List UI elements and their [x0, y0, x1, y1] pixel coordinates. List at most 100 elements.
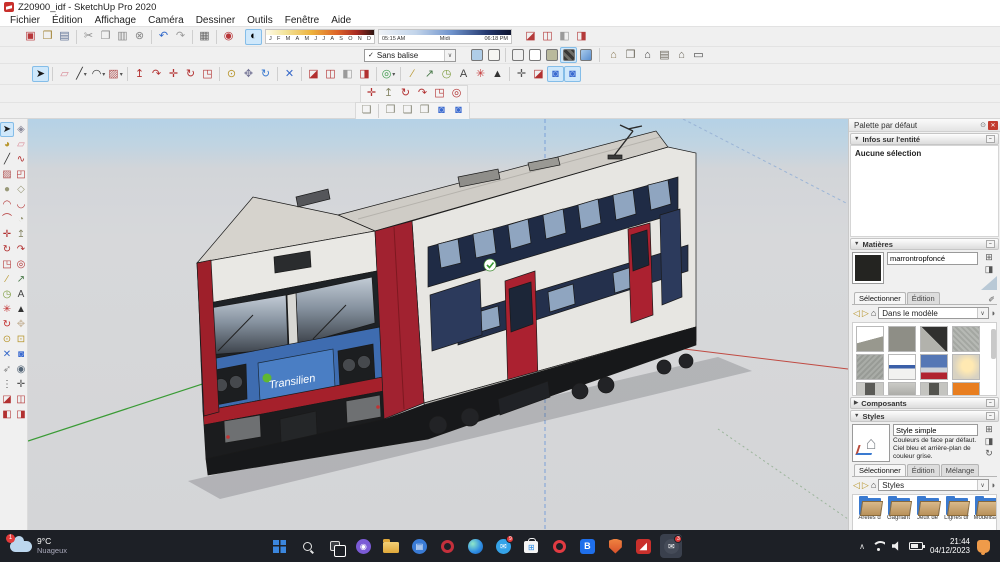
style-name-input[interactable] — [893, 424, 978, 436]
material-swatch-7[interactable] — [920, 354, 948, 380]
home-icon[interactable]: ⌂ — [871, 308, 876, 318]
microsoft-store[interactable]: ⊞ — [520, 534, 542, 558]
opera-gx-browser[interactable] — [436, 534, 458, 558]
position-camera-lt[interactable]: ➶ — [0, 362, 14, 377]
solid-split-tool[interactable]: ◙ — [450, 103, 467, 119]
view-top-button[interactable]: ❒ — [622, 47, 639, 63]
home-icon[interactable]: ⌂ — [871, 480, 876, 490]
walk-tool-lt[interactable]: ⋮ — [0, 377, 14, 392]
material-swatch-4[interactable] — [952, 326, 980, 352]
sample-paint-icon[interactable] — [981, 276, 997, 290]
secondary-pane-icon[interactable]: ◨ — [985, 264, 994, 275]
three-point-arc-tool[interactable]: ⌒ — [0, 212, 14, 227]
scale-tool-lt[interactable]: ◳ — [0, 257, 14, 272]
copy-button[interactable]: ❐ — [97, 29, 114, 45]
dimensions-lt[interactable]: ↗ — [14, 272, 28, 287]
cut-button[interactable]: ✂ — [80, 29, 97, 45]
section-fill-button[interactable]: ◨ — [356, 66, 373, 82]
eraser-tool[interactable]: ▱ — [56, 66, 73, 82]
tab-selectionner[interactable]: Sélectionner — [854, 292, 906, 304]
stereo-view-2-button[interactable]: ◙ — [564, 66, 581, 82]
zoom-window-lt[interactable]: ⊡ — [14, 332, 28, 347]
scale-tool-2[interactable]: ◳ — [431, 86, 448, 102]
followme-tool-lt[interactable]: ↷ — [14, 242, 28, 257]
view-back-button[interactable]: ⌂ — [673, 47, 690, 63]
material-swatch-1[interactable] — [856, 326, 884, 352]
menu-aide[interactable]: Aide — [325, 15, 357, 26]
tag-dropdown[interactable]: ✓ Sans balise ∨ — [364, 49, 456, 62]
two-point-arc-tool[interactable]: ◡ — [14, 197, 28, 212]
material-swatch-11[interactable] — [920, 382, 948, 396]
pan-tool[interactable]: ✥ — [240, 66, 257, 82]
menu-outils[interactable]: Outils — [241, 15, 279, 26]
line-tool[interactable]: ╱▾ — [73, 66, 90, 82]
section-plane-button[interactable]: ◪ — [305, 66, 322, 82]
back-edges-mode-button[interactable] — [485, 47, 502, 63]
section-fill-lt[interactable]: ◨ — [14, 407, 28, 422]
back-icon[interactable]: ◁ — [853, 308, 860, 319]
print-button[interactable]: ▦ — [196, 29, 213, 45]
refresh-style-icon[interactable]: ↻ — [985, 448, 993, 459]
menu-affichage[interactable]: Affichage — [89, 15, 143, 26]
undo-button[interactable]: ↶ — [155, 29, 172, 45]
search-button[interactable] — [296, 534, 318, 558]
tab-melange[interactable]: Mélange — [941, 464, 980, 476]
rotate-tool-lt[interactable]: ↻ — [0, 242, 14, 257]
eraser-tool-lt[interactable]: ▱ — [14, 137, 28, 152]
notification-bell-icon[interactable] — [977, 540, 990, 553]
material-swatch-3[interactable] — [920, 326, 948, 352]
delete-button[interactable]: ⊗ — [131, 29, 148, 45]
crosshair-tool[interactable]: ✛ — [513, 66, 530, 82]
text-tool-lt[interactable]: A — [14, 287, 28, 302]
solid-union-tool[interactable]: ❐ — [382, 103, 399, 119]
orbit-tool[interactable]: ↻ — [257, 66, 274, 82]
save-button[interactable]: ▤ — [56, 29, 73, 45]
followme-tool-2[interactable]: ↷ — [414, 86, 431, 102]
pin-icon[interactable]: ⊙ — [980, 121, 986, 129]
create-material-icon[interactable]: ⊞ — [985, 252, 993, 263]
material-swatch-6[interactable] — [888, 354, 916, 380]
pushpull-tool-2[interactable]: ↥ — [380, 86, 397, 102]
material-swatch-5[interactable] — [856, 354, 884, 380]
arc-tool[interactable]: ◠▾ — [90, 66, 107, 82]
zoom-extents-lt[interactable]: ✕ — [0, 347, 14, 362]
offset-tool[interactable]: ◎ — [448, 86, 465, 102]
polygon-tool[interactable]: ◇ — [14, 182, 28, 197]
style-folder[interactable]: Jeux de — [914, 498, 941, 530]
move-tool-lt[interactable]: ✛ — [0, 227, 14, 242]
axes-tool[interactable]: ✳ — [472, 66, 489, 82]
view-right-button[interactable]: ▤ — [656, 47, 673, 63]
circle-tool[interactable]: ● — [0, 182, 14, 197]
create-style-icon[interactable]: ⊞ — [985, 424, 993, 435]
paste-button[interactable]: ▥ — [114, 29, 131, 45]
section-display-lt[interactable]: ◫ — [14, 392, 28, 407]
section-display-button[interactable]: ◫ — [322, 66, 339, 82]
rotate-tool-2[interactable]: ↻ — [397, 86, 414, 102]
style-folder[interactable]: Gagnant — [885, 498, 912, 530]
style-folder[interactable]: Modélisa — [972, 498, 997, 530]
tape-measure-lt[interactable]: ∕ — [0, 272, 14, 287]
pie-tool[interactable]: ◔ — [14, 212, 28, 227]
style-folder[interactable]: Arêtes d — [856, 498, 883, 530]
rotated-rectangle-tool[interactable]: ◰ — [14, 167, 28, 182]
components-section-header[interactable]: ▶ Composants − — [850, 397, 999, 409]
pushpull-tool-lt[interactable]: ↥ — [14, 227, 28, 242]
view-iso-button[interactable]: ⌂ — [605, 47, 622, 63]
dimensions-tool[interactable]: ↗ — [421, 66, 438, 82]
select-tool[interactable]: ➤ — [32, 66, 49, 82]
viewport-canvas[interactable]: Transilien — [28, 119, 848, 530]
back-icon[interactable]: ◁ — [853, 480, 860, 491]
section-cuts-button[interactable]: ◧ — [339, 66, 356, 82]
tab-selectionner[interactable]: Sélectionner — [854, 464, 906, 476]
stereo-view-button[interactable]: ◙ — [547, 66, 564, 82]
rectangle-tool[interactable]: ▨▾ — [107, 66, 124, 82]
entity-info-section-header[interactable]: ▼ Infos sur l'entité − — [850, 133, 999, 145]
select-tool-lt[interactable]: ➤ — [0, 122, 14, 137]
offset-tool-lt[interactable]: ◎ — [14, 257, 28, 272]
notebook-app[interactable]: ▤ — [408, 534, 430, 558]
model-info-button[interactable]: ◉ — [220, 29, 237, 45]
forward-icon[interactable]: ▷ — [862, 480, 869, 491]
3d-text-tool[interactable]: ▲ — [489, 66, 506, 82]
orbit-tool-lt[interactable]: ↻ — [0, 317, 14, 332]
axes-tool-lt[interactable]: ✳ — [0, 302, 14, 317]
